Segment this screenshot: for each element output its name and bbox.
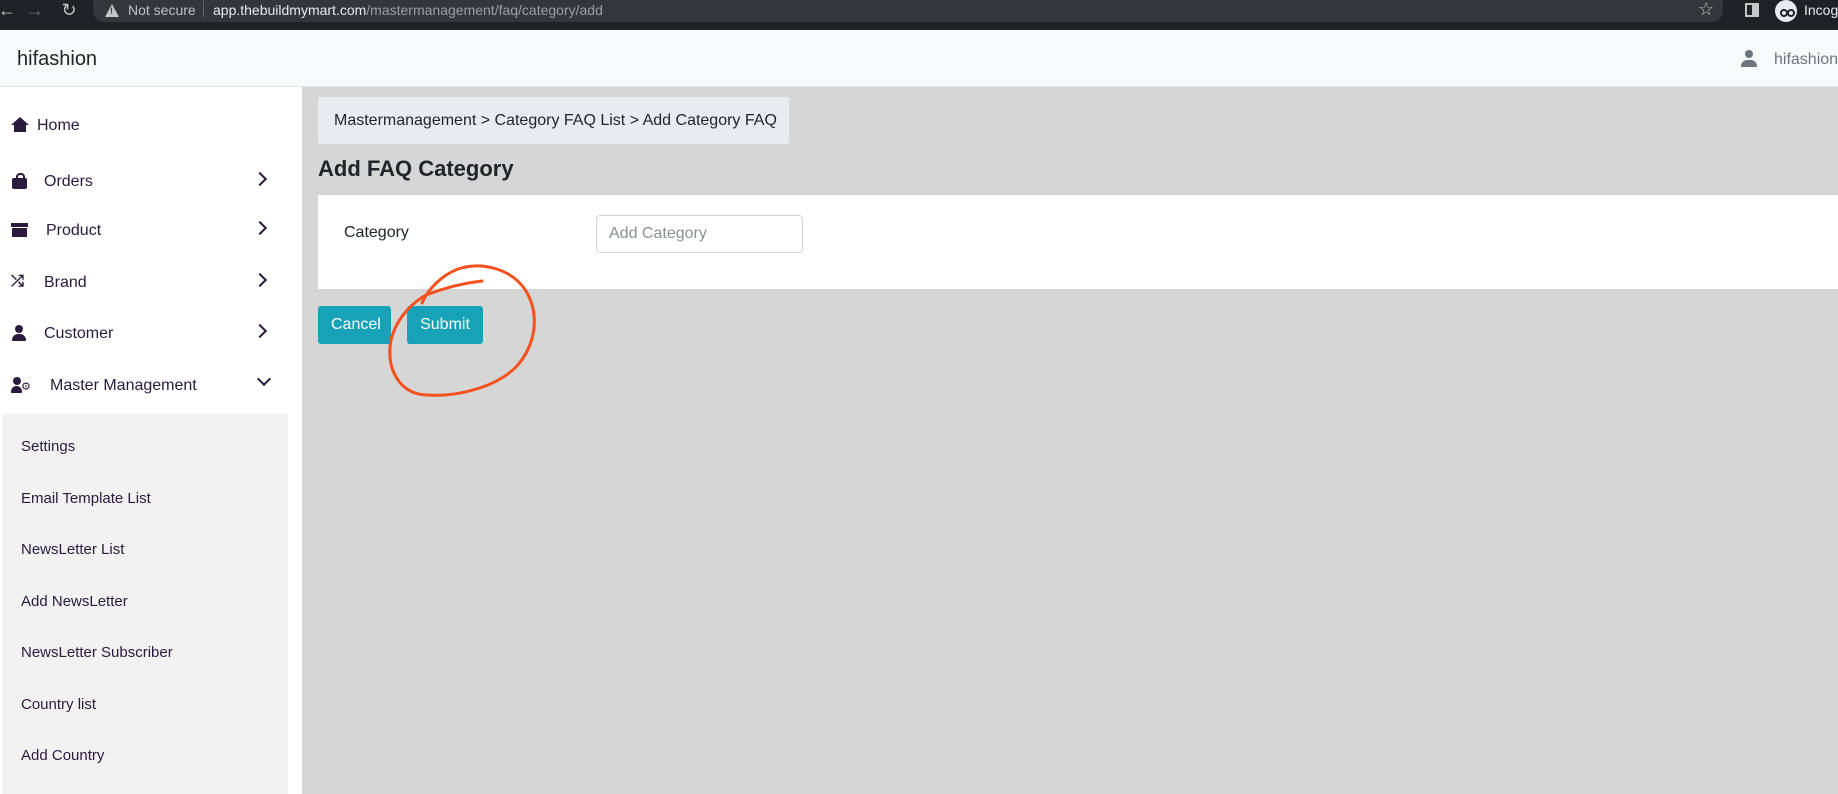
brand-logo[interactable]: hifashion — [17, 48, 97, 71]
sidebar-item-product[interactable]: Product — [0, 210, 302, 250]
incognito-icon[interactable] — [1775, 0, 1797, 22]
sidebar-item-label: Home — [37, 117, 80, 134]
sidebar-item-label: Master Management — [50, 377, 197, 394]
category-form: Category — [318, 195, 1838, 289]
submenu-item-email-template-list[interactable]: Email Template List — [21, 490, 151, 507]
url-text[interactable]: app.thebuildmymart.com/mastermanagement/… — [213, 2, 603, 18]
submit-button[interactable]: Submit — [407, 306, 483, 344]
shopping-bag-icon — [11, 173, 29, 189]
chevron-right-icon — [252, 171, 268, 187]
incognito-label[interactable]: Incognito — [1804, 2, 1838, 18]
cancel-button[interactable]: Cancel — [318, 306, 391, 344]
submenu-item-settings[interactable]: Settings — [21, 438, 75, 455]
sidebar-item-brand[interactable]: ⤮ Brand — [0, 262, 302, 302]
divider — [203, 1, 204, 17]
home-icon — [11, 117, 29, 133]
chevron-right-icon — [252, 220, 268, 236]
user-icon[interactable] — [1741, 50, 1757, 68]
category-label: Category — [344, 224, 409, 241]
sidebar-item-home[interactable]: Home — [0, 105, 302, 145]
warning-icon — [105, 4, 119, 17]
url-path: /mastermanagement/faq/category/add — [366, 2, 603, 18]
sidebar-item-label: Orders — [44, 173, 93, 190]
archive-box-icon — [11, 222, 29, 238]
side-panel-icon[interactable] — [1745, 3, 1759, 17]
sidebar-item-orders[interactable]: Orders — [0, 161, 302, 201]
user-cog-icon — [11, 377, 31, 393]
app-header: hifashion hifashion — [0, 30, 1838, 87]
url-host: app.thebuildmymart.com — [213, 2, 367, 18]
sidebar-item-label: Customer — [44, 325, 114, 342]
browser-toolbar: ← → ↻ Not secure app.thebuildmymart.com/… — [0, 0, 1838, 30]
submenu-item-add-newsletter[interactable]: Add NewsLetter — [21, 593, 128, 610]
sidebar-item-customer[interactable]: Customer — [0, 313, 302, 353]
sidebar-item-label: Brand — [44, 274, 87, 291]
bookmark-star-icon[interactable]: ☆ — [1698, 0, 1714, 20]
address-bar[interactable]: Not secure app.thebuildmymart.com/master… — [93, 0, 1723, 22]
submenu-item-add-country[interactable]: Add Country — [21, 747, 104, 764]
user-icon — [11, 325, 29, 341]
page-title: Add FAQ Category — [318, 156, 514, 181]
breadcrumb: Mastermanagement > Category FAQ List > A… — [318, 97, 789, 144]
breadcrumb-text[interactable]: Mastermanagement > Category FAQ List > A… — [334, 112, 777, 130]
forward-icon[interactable]: → — [24, 0, 46, 22]
chevron-right-icon — [252, 272, 268, 288]
master-management-submenu: Settings Email Template List NewsLetter … — [2, 414, 288, 794]
chevron-right-icon — [252, 323, 268, 339]
reload-icon[interactable]: ↻ — [58, 0, 80, 22]
sidebar-item-master-management[interactable]: Master Management — [0, 365, 302, 405]
sidebar-item-label: Product — [46, 222, 102, 239]
chevron-down-icon — [256, 371, 272, 387]
security-label: Not secure — [128, 2, 196, 18]
submenu-item-newsletter-list[interactable]: NewsLetter List — [21, 541, 124, 558]
back-icon[interactable]: ← — [0, 0, 18, 22]
submenu-item-country-list[interactable]: Country list — [21, 696, 96, 713]
username[interactable]: hifashion — [1774, 51, 1838, 69]
shuffle-icon: ⤮ — [11, 273, 24, 290]
category-input[interactable] — [596, 215, 803, 253]
submenu-item-newsletter-subscriber[interactable]: NewsLetter Subscriber — [21, 644, 173, 661]
